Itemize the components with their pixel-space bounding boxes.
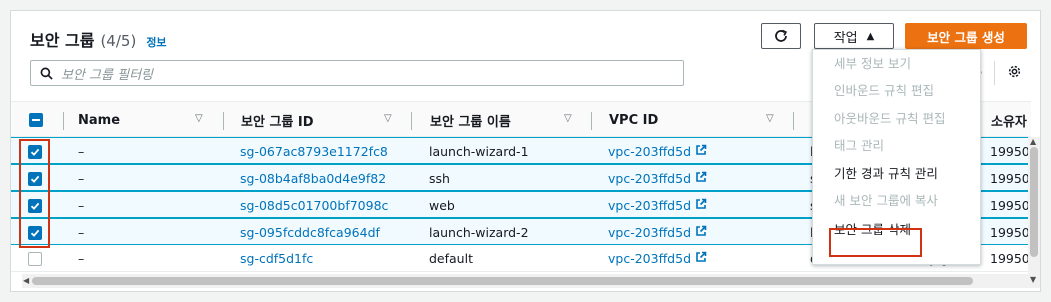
actions-dropdown-menu: 세부 정보 보기 인바운드 규칙 편집 아웃바운드 규칙 편집 태그 관리 기한…: [812, 49, 981, 265]
search-placeholder: 보안 그룹 필터링: [61, 67, 153, 83]
cell-sg-id-link[interactable]: sg-cdf5d1fc: [240, 245, 313, 272]
create-security-group-button[interactable]: 보안 그룹 생성: [905, 23, 1027, 49]
cell-sg-name: default: [429, 251, 473, 266]
panel-header: 보안 그룹 (4/5) 정보: [30, 27, 167, 51]
cell-sg-id-link[interactable]: sg-067ac8793e1172fc8: [240, 138, 388, 165]
cell-name: –: [78, 251, 85, 266]
row-checkbox[interactable]: [28, 245, 42, 272]
highlight-selected-checkboxes: [19, 139, 50, 248]
cell-name: –: [78, 198, 85, 213]
column-header-sg-name[interactable]: 보안 그룹 이름: [430, 102, 511, 138]
cell-vpc-id-link[interactable]: vpc-203ffd5d: [608, 245, 707, 272]
menu-item-edit-inbound: 인바운드 규칙 편집: [834, 83, 934, 98]
vertical-scrollbar[interactable]: ▲ ▼: [1028, 137, 1040, 284]
cell-vpc-id-link[interactable]: vpc-203ffd5d: [608, 165, 707, 192]
refresh-icon: [775, 29, 788, 42]
sort-icon[interactable]: ▽: [384, 113, 392, 124]
external-link-icon: [695, 198, 707, 213]
cell-owner: 19950: [990, 198, 1030, 213]
gear-icon[interactable]: [1007, 64, 1022, 83]
cell-vpc-id-link[interactable]: vpc-203ffd5d: [608, 219, 707, 246]
scrollbar-thumb[interactable]: [1030, 147, 1038, 257]
vpc-id-text: vpc-203ffd5d: [608, 225, 692, 240]
vpc-id-text: vpc-203ffd5d: [608, 251, 692, 266]
actions-button-label: 작업: [833, 30, 858, 46]
cell-sg-name: launch-wizard-1: [429, 144, 529, 159]
cell-name: –: [78, 171, 85, 186]
selection-count: (4/5): [100, 32, 137, 50]
scroll-down-icon[interactable]: ▼: [1030, 275, 1036, 284]
divider: [411, 112, 412, 130]
divider: [994, 61, 995, 85]
menu-item-manage-stale-rules[interactable]: 기한 경과 규칙 관리: [813, 159, 982, 186]
scroll-up-icon[interactable]: ▲: [1030, 137, 1036, 146]
menu-item-edit-outbound: 아웃바운드 규칙 편집: [834, 111, 946, 126]
sort-icon[interactable]: ▽: [766, 113, 774, 124]
select-all-checkbox[interactable]: [29, 102, 43, 138]
divider: [793, 112, 794, 130]
menu-item-view-details: 세부 정보 보기: [834, 56, 911, 71]
external-link-icon: [695, 144, 707, 159]
column-header-sg-id[interactable]: 보안 그룹 ID: [241, 102, 314, 138]
cell-sg-id-link[interactable]: sg-08b4af8ba0d4e9f82: [240, 165, 386, 192]
divider: [63, 112, 64, 130]
sort-icon[interactable]: ▽: [564, 113, 572, 124]
column-header-vpc-id[interactable]: VPC ID: [609, 102, 658, 138]
info-link[interactable]: 정보: [146, 34, 166, 50]
cell-owner: 19950: [990, 171, 1030, 186]
vpc-id-text: vpc-203ffd5d: [608, 144, 692, 159]
cell-name: –: [78, 144, 85, 159]
divider: [591, 112, 592, 130]
cell-vpc-id-link[interactable]: vpc-203ffd5d: [608, 138, 707, 165]
search-input[interactable]: 보안 그룹 필터링: [30, 60, 684, 86]
scroll-left-icon[interactable]: ◀: [23, 276, 29, 285]
external-link-icon: [695, 225, 707, 240]
external-link-icon: [695, 251, 707, 266]
sort-icon[interactable]: ▽: [195, 113, 203, 124]
menu-item-manage-tags: 태그 관리: [834, 138, 884, 153]
scrollbar-thumb[interactable]: [32, 277, 973, 285]
actions-button[interactable]: 작업 ▲: [814, 23, 894, 49]
search-icon: [40, 67, 53, 80]
refresh-button[interactable]: [761, 23, 801, 49]
vpc-id-text: vpc-203ffd5d: [608, 171, 692, 186]
horizontal-scrollbar[interactable]: ◀ ▶: [22, 274, 1040, 288]
highlight-delete-item: [829, 228, 922, 257]
page-title: 보안 그룹: [30, 31, 95, 50]
column-header-name[interactable]: Name: [78, 102, 120, 138]
cell-sg-name: launch-wizard-2: [429, 225, 529, 240]
cell-owner: 19950: [990, 144, 1030, 159]
cell-name: –: [78, 225, 85, 240]
caret-up-icon: ▲: [866, 30, 875, 42]
column-header-owner[interactable]: 소유자: [991, 102, 1027, 138]
cell-owner: 19950: [990, 251, 1030, 266]
external-link-icon: [695, 171, 707, 186]
security-groups-panel: 보안 그룹 (4/5) 정보 작업 ▲ 보안 그룹 생성 보안 그룹 필터링 ❯: [10, 10, 1041, 292]
vpc-id-text: vpc-203ffd5d: [608, 198, 692, 213]
cell-sg-name: web: [429, 198, 455, 213]
cell-owner: 19950: [990, 225, 1030, 240]
menu-item-copy-to-new: 새 보안 그룹에 복사: [834, 193, 938, 208]
cell-vpc-id-link[interactable]: vpc-203ffd5d: [608, 192, 707, 219]
cell-sg-id-link[interactable]: sg-08d5c01700bf7098c: [240, 192, 388, 219]
cell-sg-name: ssh: [429, 171, 450, 186]
cell-sg-id-link[interactable]: sg-095fcddc8fca964df: [240, 219, 380, 246]
divider: [223, 112, 224, 130]
